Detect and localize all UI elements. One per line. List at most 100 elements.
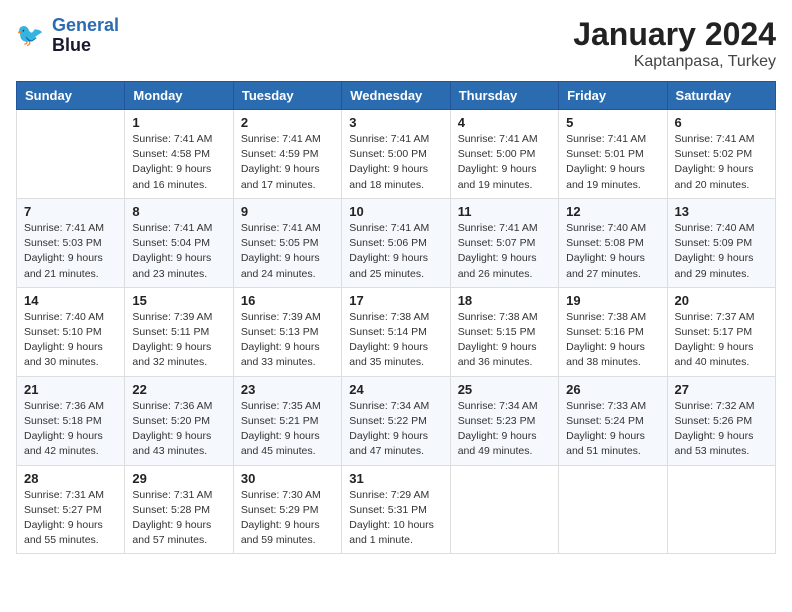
day-number: 19 (566, 293, 659, 308)
calendar-day-header: Monday (125, 82, 233, 110)
calendar-cell: 30Sunrise: 7:30 AM Sunset: 5:29 PM Dayli… (233, 465, 341, 554)
calendar-day-header: Thursday (450, 82, 558, 110)
calendar-week-row: 1 Sunrise: 7:41 AM Sunset: 4:58 PM Daylig… (17, 110, 776, 199)
day-number: 15 (132, 293, 225, 308)
day-number: 3 (349, 115, 442, 130)
calendar-cell (17, 110, 125, 199)
page-title: January 2024 (573, 16, 776, 53)
day-number: 26 (566, 382, 659, 397)
calendar-cell: 12Sunrise: 7:40 AM Sunset: 5:08 PM Dayli… (559, 198, 667, 287)
calendar-cell: 17Sunrise: 7:38 AM Sunset: 5:14 PM Dayli… (342, 287, 450, 376)
calendar-day-header: Sunday (17, 82, 125, 110)
calendar-cell: 7 Sunrise: 7:41 AM Sunset: 5:03 PM Daylig… (17, 198, 125, 287)
day-info: Sunrise: 7:41 AM Sunset: 5:01 PM Dayligh… (566, 132, 659, 193)
day-info: Sunrise: 7:31 AM Sunset: 5:27 PM Dayligh… (24, 488, 117, 549)
day-info: Sunrise: 7:29 AM Sunset: 5:31 PM Dayligh… (349, 488, 442, 549)
day-number: 4 (458, 115, 551, 130)
day-number: 10 (349, 204, 442, 219)
day-number: 16 (241, 293, 334, 308)
day-info: Sunrise: 7:33 AM Sunset: 5:24 PM Dayligh… (566, 399, 659, 460)
calendar-cell: 13 Sunrise: 7:40 AM Sunset: 5:09 PM Dayli… (667, 198, 775, 287)
calendar-cell: 15 Sunrise: 7:39 AM Sunset: 5:11 PM Dayli… (125, 287, 233, 376)
calendar-cell: 14Sunrise: 7:40 AM Sunset: 5:10 PM Dayli… (17, 287, 125, 376)
page-header: 🐦 General Blue January 2024 Kaptanpasa, … (16, 16, 776, 71)
day-info: Sunrise: 7:32 AM Sunset: 5:26 PM Dayligh… (675, 399, 768, 460)
day-info: Sunrise: 7:37 AM Sunset: 5:17 PM Dayligh… (675, 310, 768, 371)
day-number: 8 (132, 204, 225, 219)
calendar-cell: 4 Sunrise: 7:41 AM Sunset: 5:00 PM Daylig… (450, 110, 558, 199)
day-info: Sunrise: 7:39 AM Sunset: 5:11 PM Dayligh… (132, 310, 225, 371)
day-info: Sunrise: 7:41 AM Sunset: 5:03 PM Dayligh… (24, 221, 117, 282)
calendar-cell: 27 Sunrise: 7:32 AM Sunset: 5:26 PM Dayli… (667, 376, 775, 465)
day-info: Sunrise: 7:41 AM Sunset: 5:02 PM Dayligh… (675, 132, 768, 193)
page-subtitle: Kaptanpasa, Turkey (573, 53, 776, 71)
calendar-cell: 8 Sunrise: 7:41 AM Sunset: 5:04 PM Daylig… (125, 198, 233, 287)
day-info: Sunrise: 7:36 AM Sunset: 5:18 PM Dayligh… (24, 399, 117, 460)
day-number: 6 (675, 115, 768, 130)
day-info: Sunrise: 7:41 AM Sunset: 4:59 PM Dayligh… (241, 132, 334, 193)
day-info: Sunrise: 7:39 AM Sunset: 5:13 PM Dayligh… (241, 310, 334, 371)
day-number: 2 (241, 115, 334, 130)
day-info: Sunrise: 7:38 AM Sunset: 5:16 PM Dayligh… (566, 310, 659, 371)
day-number: 28 (24, 471, 117, 486)
calendar-cell: 2 Sunrise: 7:41 AM Sunset: 4:59 PM Daylig… (233, 110, 341, 199)
calendar-cell: 22 Sunrise: 7:36 AM Sunset: 5:20 PM Dayli… (125, 376, 233, 465)
calendar-cell: 28 Sunrise: 7:31 AM Sunset: 5:27 PM Dayli… (17, 465, 125, 554)
day-number: 27 (675, 382, 768, 397)
calendar-cell: 21 Sunrise: 7:36 AM Sunset: 5:18 PM Dayli… (17, 376, 125, 465)
day-number: 11 (458, 204, 551, 219)
day-number: 25 (458, 382, 551, 397)
calendar-day-header: Friday (559, 82, 667, 110)
day-info: Sunrise: 7:41 AM Sunset: 5:04 PM Dayligh… (132, 221, 225, 282)
day-info: Sunrise: 7:35 AM Sunset: 5:21 PM Dayligh… (241, 399, 334, 460)
calendar-cell: 18 Sunrise: 7:38 AM Sunset: 5:15 PM Dayli… (450, 287, 558, 376)
calendar-cell: 5 Sunrise: 7:41 AM Sunset: 5:01 PM Daylig… (559, 110, 667, 199)
calendar-week-row: 7 Sunrise: 7:41 AM Sunset: 5:03 PM Daylig… (17, 198, 776, 287)
day-number: 18 (458, 293, 551, 308)
calendar-cell: 16 Sunrise: 7:39 AM Sunset: 5:13 PM Dayli… (233, 287, 341, 376)
calendar-cell: 25 Sunrise: 7:34 AM Sunset: 5:23 PM Dayli… (450, 376, 558, 465)
day-info: Sunrise: 7:34 AM Sunset: 5:23 PM Dayligh… (458, 399, 551, 460)
calendar-cell: 10 Sunrise: 7:41 AM Sunset: 5:06 PM Dayli… (342, 198, 450, 287)
day-number: 7 (24, 204, 117, 219)
calendar-cell: 1 Sunrise: 7:41 AM Sunset: 4:58 PM Daylig… (125, 110, 233, 199)
day-number: 1 (132, 115, 225, 130)
day-number: 5 (566, 115, 659, 130)
day-info: Sunrise: 7:36 AM Sunset: 5:20 PM Dayligh… (132, 399, 225, 460)
day-info: Sunrise: 7:41 AM Sunset: 5:00 PM Dayligh… (458, 132, 551, 193)
day-number: 22 (132, 382, 225, 397)
calendar-cell: 23 Sunrise: 7:35 AM Sunset: 5:21 PM Dayli… (233, 376, 341, 465)
calendar-week-row: 28 Sunrise: 7:31 AM Sunset: 5:27 PM Dayli… (17, 465, 776, 554)
day-info: Sunrise: 7:41 AM Sunset: 5:07 PM Dayligh… (458, 221, 551, 282)
day-number: 13 (675, 204, 768, 219)
calendar-cell: 31Sunrise: 7:29 AM Sunset: 5:31 PM Dayli… (342, 465, 450, 554)
calendar-cell (667, 465, 775, 554)
calendar-day-header: Saturday (667, 82, 775, 110)
day-info: Sunrise: 7:41 AM Sunset: 4:58 PM Dayligh… (132, 132, 225, 193)
day-info: Sunrise: 7:41 AM Sunset: 5:05 PM Dayligh… (241, 221, 334, 282)
calendar-table: SundayMondayTuesdayWednesdayThursdayFrid… (16, 81, 776, 554)
calendar-cell: 11 Sunrise: 7:41 AM Sunset: 5:07 PM Dayli… (450, 198, 558, 287)
calendar-week-row: 14Sunrise: 7:40 AM Sunset: 5:10 PM Dayli… (17, 287, 776, 376)
calendar-cell: 26 Sunrise: 7:33 AM Sunset: 5:24 PM Dayli… (559, 376, 667, 465)
day-number: 9 (241, 204, 334, 219)
svg-text:🐦: 🐦 (16, 22, 44, 47)
day-info: Sunrise: 7:31 AM Sunset: 5:28 PM Dayligh… (132, 488, 225, 549)
day-number: 21 (24, 382, 117, 397)
day-info: Sunrise: 7:40 AM Sunset: 5:09 PM Dayligh… (675, 221, 768, 282)
calendar-week-row: 21 Sunrise: 7:36 AM Sunset: 5:18 PM Dayli… (17, 376, 776, 465)
logo-bird-icon: 🐦 (16, 20, 48, 52)
day-number: 23 (241, 382, 334, 397)
day-info: Sunrise: 7:30 AM Sunset: 5:29 PM Dayligh… (241, 488, 334, 549)
logo-text: General Blue (52, 16, 119, 56)
day-info: Sunrise: 7:41 AM Sunset: 5:06 PM Dayligh… (349, 221, 442, 282)
day-number: 29 (132, 471, 225, 486)
calendar-cell: 6 Sunrise: 7:41 AM Sunset: 5:02 PM Daylig… (667, 110, 775, 199)
day-info: Sunrise: 7:38 AM Sunset: 5:15 PM Dayligh… (458, 310, 551, 371)
day-info: Sunrise: 7:34 AM Sunset: 5:22 PM Dayligh… (349, 399, 442, 460)
calendar-cell: 3Sunrise: 7:41 AM Sunset: 5:00 PM Daylig… (342, 110, 450, 199)
calendar-cell: 20Sunrise: 7:37 AM Sunset: 5:17 PM Dayli… (667, 287, 775, 376)
calendar-day-header: Wednesday (342, 82, 450, 110)
day-info: Sunrise: 7:40 AM Sunset: 5:08 PM Dayligh… (566, 221, 659, 282)
day-number: 14 (24, 293, 117, 308)
